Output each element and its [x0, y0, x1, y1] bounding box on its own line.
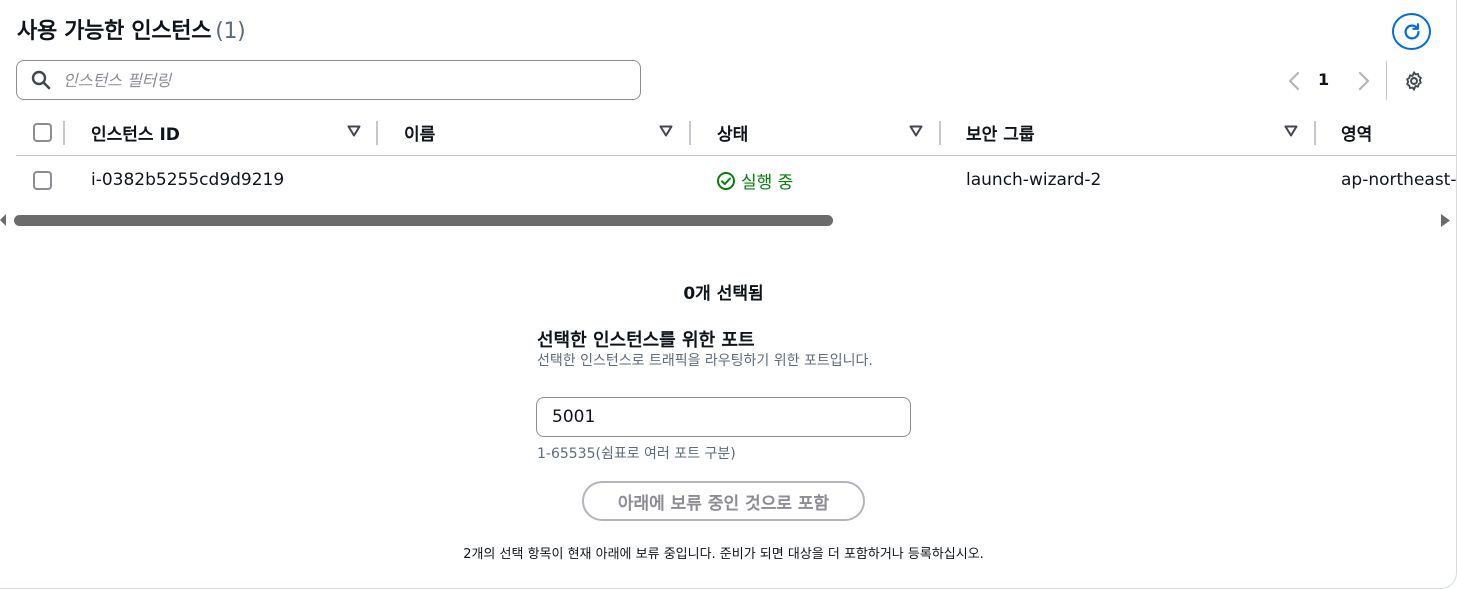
next-page-button[interactable] — [1354, 70, 1374, 92]
previous-page-button[interactable] — [1284, 70, 1304, 92]
caret-down-icon[interactable] — [659, 125, 673, 137]
chevron-right-icon — [1358, 71, 1370, 91]
caret-down-icon[interactable] — [1284, 125, 1298, 137]
column-divider[interactable] — [939, 121, 941, 145]
horizontal-scrollbar-thumb[interactable] — [14, 215, 833, 226]
filter-box — [16, 60, 641, 100]
scroll-left-arrow[interactable] — [0, 214, 6, 226]
include-as-pending-button[interactable]: 아래에 보류 중인 것으로 포함 — [582, 481, 865, 521]
status-text: 실행 중 — [741, 173, 794, 193]
instance-id-cell: i-0382b5255cd9d9219 — [91, 170, 285, 190]
table-header-divider — [16, 155, 1456, 156]
check-circle-icon — [717, 171, 735, 190]
pending-status-note: 2개의 선택 항목이 현재 아래에 보류 중입니다. 준비가 되면 대상을 더 … — [463, 547, 984, 562]
column-header-region[interactable]: 영역 — [1341, 120, 1372, 145]
column-divider — [63, 121, 65, 145]
scroll-right-arrow[interactable] — [1441, 214, 1450, 227]
available-instances-panel: 사용 가능한 인스턴스(1) 1 인스턴스 ID 이름 — [0, 0, 1457, 589]
row-select-checkbox[interactable] — [33, 171, 52, 190]
column-header-status[interactable]: 상태 — [717, 120, 748, 145]
page-title: 사용 가능한 인스턴스 (1) — [17, 13, 246, 45]
port-constraint-text: 1-65535(쉼표로 여러 포트 구분) — [537, 446, 736, 462]
caret-down-icon[interactable] — [347, 125, 361, 137]
table-settings-button[interactable] — [1402, 69, 1426, 93]
port-field-label: 선택한 인스턴스를 위한 포트 — [537, 330, 755, 351]
region-cell: ap-northeast-2 — [1341, 170, 1457, 190]
select-all-checkbox[interactable] — [33, 123, 52, 142]
toolbar-divider — [1386, 61, 1387, 100]
security-group-cell: launch-wizard-2 — [966, 170, 1102, 190]
refresh-button[interactable] — [1392, 13, 1431, 50]
caret-down-icon[interactable] — [909, 125, 923, 137]
column-header-name[interactable]: 이름 — [404, 120, 435, 145]
port-input[interactable] — [536, 397, 911, 437]
selected-count: 0개 선택됨 — [683, 284, 764, 304]
column-header-security-group[interactable]: 보안 그룹 — [966, 120, 1034, 145]
port-field-description: 선택한 인스턴스로 트래픽을 라우팅하기 위한 포트입니다. — [537, 353, 873, 369]
instance-count: (1) — [215, 19, 246, 44]
instance-filter-input[interactable] — [63, 70, 603, 90]
title-text: 사용 가능한 인스턴스 — [17, 19, 212, 44]
chevron-left-icon — [1288, 71, 1300, 91]
column-header-instance-id[interactable]: 인스턴스 ID — [91, 120, 180, 145]
column-divider[interactable] — [689, 121, 691, 145]
status-cell: 실행 중 — [716, 168, 793, 193]
column-divider[interactable] — [1314, 121, 1316, 145]
gear-icon — [1406, 71, 1422, 91]
refresh-icon — [1404, 22, 1420, 40]
column-divider[interactable] — [376, 121, 378, 145]
search-icon — [31, 70, 51, 90]
current-page-number[interactable]: 1 — [1318, 70, 1329, 89]
